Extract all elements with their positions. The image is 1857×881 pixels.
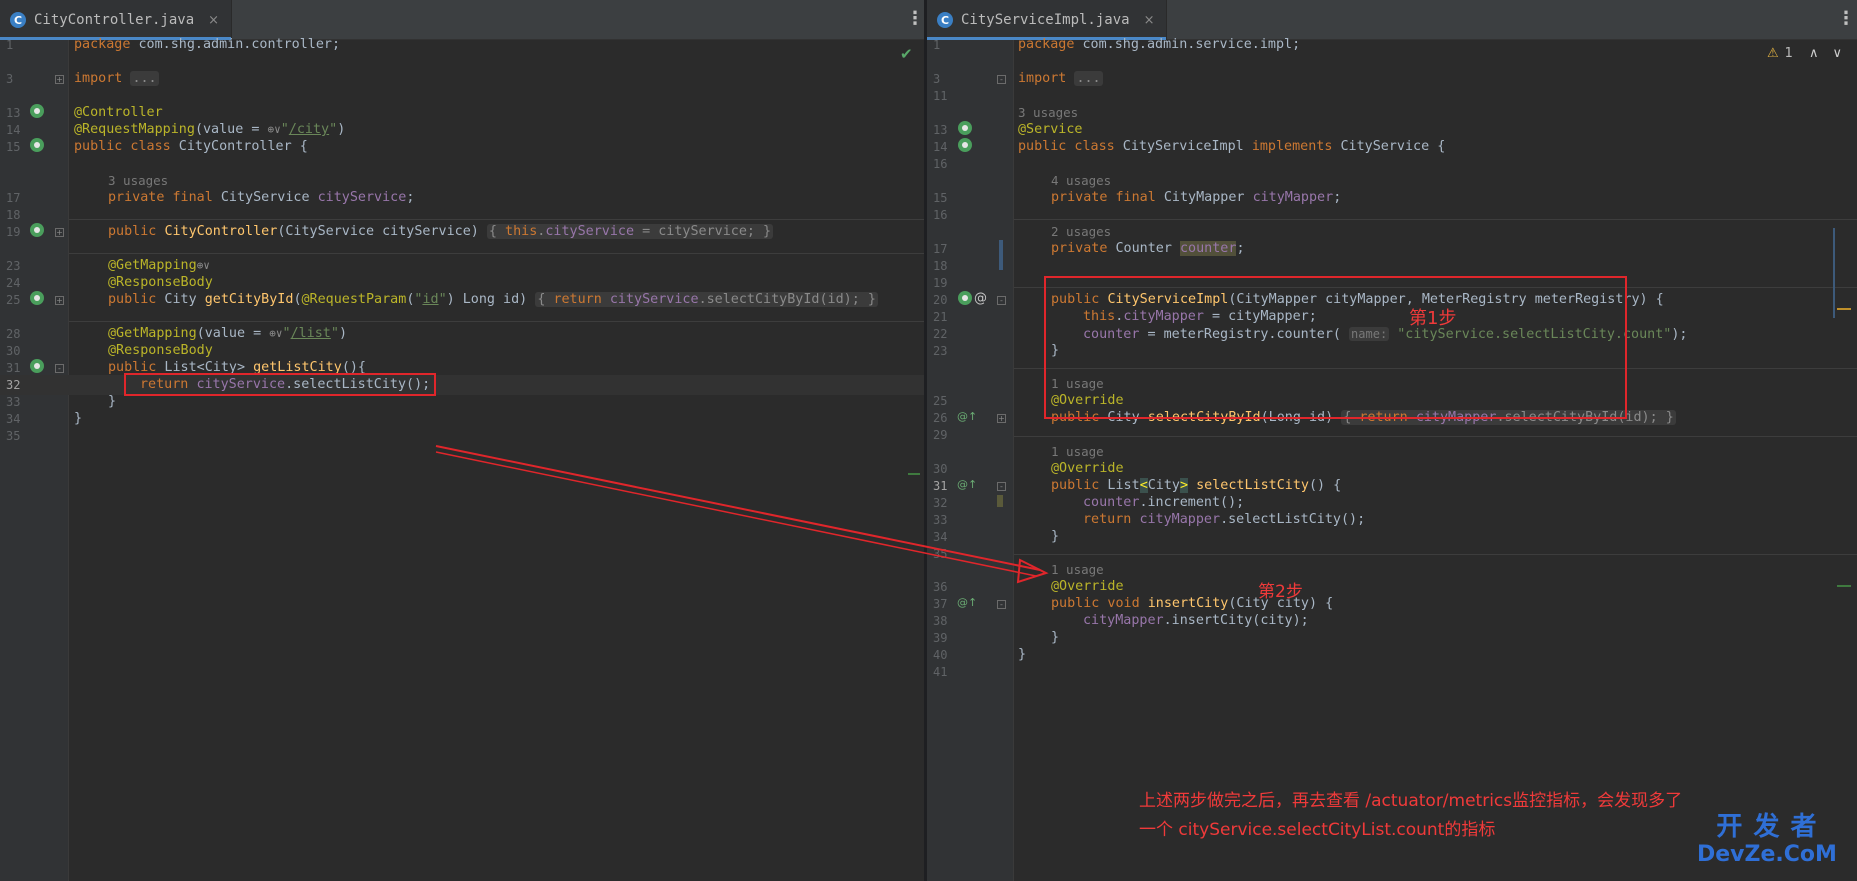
java-class-icon: C (937, 12, 953, 28)
right-tab-bar: C CityServiceImpl.java × ⋮ (927, 0, 1857, 40)
code-line[interactable]: 25 public City getCityById(@RequestParam(… (0, 290, 924, 310)
code-line[interactable]: 19 public CityController(CityService city… (0, 222, 924, 242)
close-icon[interactable]: × (1144, 13, 1155, 28)
more-options-icon[interactable]: ⋮ (1837, 10, 1855, 28)
right-editor-pane: C CityServiceImpl.java × ⋮ ⚠ 1 ∧ ∨ 1 pack… (927, 0, 1857, 881)
bean-icon[interactable] (30, 138, 44, 152)
bean-icon[interactable] (30, 291, 44, 305)
watermark-logo: 开 发 者 DevZe.CoM (1697, 812, 1837, 867)
fold-icon[interactable]: + (55, 228, 64, 237)
code-line[interactable]: 15 public class CityController { (0, 137, 924, 157)
override-icon[interactable]: @↑ (957, 478, 977, 491)
bean-icon[interactable] (958, 138, 972, 152)
java-class-icon: C (10, 12, 26, 28)
note-line-1: 上述两步做完之后，再去查看 /actuator/metrics监控指标，会发现多… (1139, 791, 1683, 811)
note-line-2: 一个 cityService.selectCityList.count的指标 (1139, 820, 1496, 840)
left-gutter (0, 40, 68, 881)
highlight-box-step1 (1044, 276, 1627, 419)
tab-label: CityController.java (34, 12, 195, 28)
step1-label: 第1步 (1409, 308, 1457, 329)
fold-icon[interactable]: - (997, 482, 1006, 491)
step2-label: 第2步 (1258, 582, 1303, 602)
fold-icon[interactable]: - (55, 364, 64, 373)
fold-icon[interactable]: - (997, 75, 1006, 84)
highlight-box-call (124, 373, 436, 396)
bean-icon[interactable] (30, 359, 44, 373)
at-icon[interactable]: @ (974, 291, 987, 306)
code-line[interactable]: 3 import ... (0, 69, 924, 89)
code-line[interactable]: 35 (0, 426, 924, 446)
override-icon[interactable]: @↑ (957, 596, 977, 609)
left-tab-bar: C CityController.java × ⋮ (0, 0, 924, 40)
bean-icon[interactable] (30, 104, 44, 118)
bean-icon[interactable] (958, 291, 972, 305)
override-icon[interactable]: @↑ (957, 410, 977, 423)
tab-label: CityServiceImpl.java (961, 12, 1130, 28)
fold-icon[interactable]: + (997, 414, 1006, 423)
fold-icon[interactable]: + (55, 75, 64, 84)
tab-citycontroller[interactable]: C CityController.java × (0, 0, 233, 40)
close-icon[interactable]: × (208, 13, 219, 28)
bean-icon[interactable] (30, 223, 44, 237)
more-options-icon[interactable]: ⋮ (906, 10, 924, 28)
tab-cityserviceimpl[interactable]: C CityServiceImpl.java × (927, 0, 1168, 40)
code-line[interactable]: package com.shg.admin.service.impl; (1018, 35, 1300, 55)
fold-icon[interactable]: - (997, 296, 1006, 305)
left-editor-pane: C CityController.java × ⋮ ✔ 1 package com… (0, 0, 924, 881)
code-line[interactable]: 1 package com.shg.admin.controller; (0, 35, 924, 55)
fold-icon[interactable]: + (55, 296, 64, 305)
bean-icon[interactable] (958, 121, 972, 135)
fold-icon[interactable]: - (997, 600, 1006, 609)
